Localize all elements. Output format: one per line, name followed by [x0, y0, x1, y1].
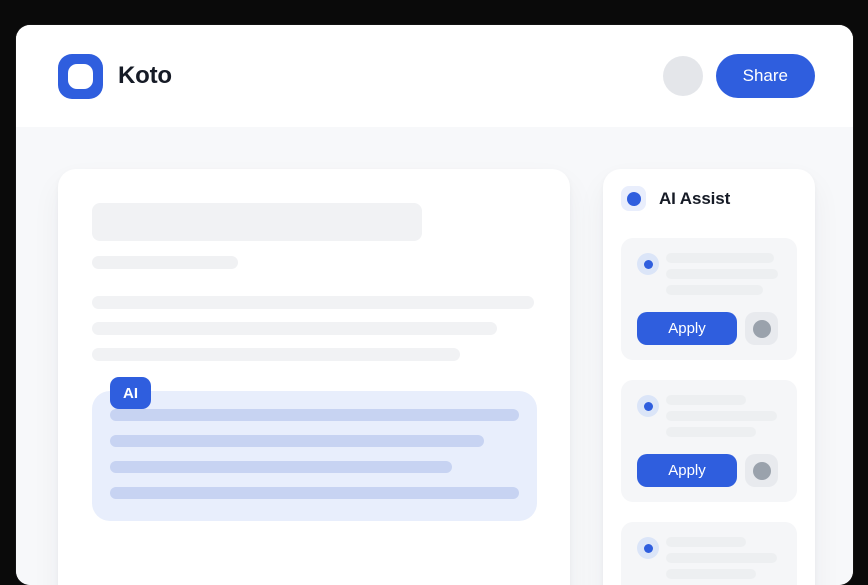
app-body: AI AI Assist [16, 127, 853, 585]
skeleton-subtitle [92, 256, 238, 269]
radio-dot-icon [644, 402, 653, 411]
suggestion-card: Apply [621, 380, 797, 502]
suggestion-radio[interactable] [637, 395, 659, 417]
share-button[interactable]: Share [716, 54, 815, 98]
suggestion-line [666, 269, 778, 279]
ai-suggestion-block: AI [92, 391, 536, 521]
radio-dot-icon [644, 544, 653, 553]
app-name: Koto [118, 62, 172, 90]
suggestion-card: Apply [621, 238, 797, 360]
suggestion-lines [666, 536, 777, 585]
skeleton-title [92, 203, 422, 241]
more-options-button[interactable] [745, 454, 778, 487]
suggestion-card: Apply [621, 522, 797, 585]
skeleton-line [92, 348, 460, 361]
suggestion-content [637, 536, 781, 585]
app-window: Koto Share AI [16, 25, 853, 585]
ai-highlight-line [110, 461, 452, 473]
header-actions: Share [663, 54, 815, 98]
ai-highlight-line [110, 487, 519, 499]
suggestion-line [666, 395, 746, 405]
suggestion-content [637, 252, 781, 301]
ai-assist-header: AI Assist [621, 186, 797, 211]
suggestion-line [666, 553, 777, 563]
blue-dot-icon [627, 192, 641, 206]
suggestion-radio[interactable] [637, 253, 659, 275]
ai-badge: AI [110, 377, 151, 409]
suggestion-line [666, 285, 763, 295]
suggestion-actions: Apply [637, 454, 781, 487]
koto-logo-icon [58, 54, 103, 99]
suggestion-line [666, 569, 756, 579]
apply-button[interactable]: Apply [637, 454, 737, 487]
suggestion-lines [666, 394, 777, 443]
koto-logo-inner-shape [68, 64, 93, 89]
suggestion-line [666, 427, 756, 437]
app-header: Koto Share [16, 25, 853, 127]
skeleton-line [92, 322, 497, 335]
ai-highlight-box [92, 391, 537, 521]
editor-card: AI [58, 169, 570, 585]
apply-button[interactable]: Apply [637, 312, 737, 345]
more-options-button[interactable] [745, 312, 778, 345]
panel-title: AI Assist [659, 189, 730, 209]
suggestion-line [666, 537, 746, 547]
suggestion-lines [666, 252, 778, 301]
ai-assist-icon [621, 186, 646, 211]
ai-assist-panel: AI Assist Apply [603, 169, 815, 585]
suggestion-content [637, 394, 781, 443]
suggestion-radio[interactable] [637, 537, 659, 559]
radio-dot-icon [644, 260, 653, 269]
avatar[interactable] [663, 56, 703, 96]
more-options-icon [753, 320, 771, 338]
skeleton-line [92, 296, 534, 309]
suggestion-actions: Apply [637, 312, 781, 345]
suggestion-line [666, 253, 774, 263]
suggestion-line [666, 411, 777, 421]
ai-highlight-line [110, 435, 484, 447]
ai-highlight-line [110, 409, 519, 421]
more-options-icon [753, 462, 771, 480]
